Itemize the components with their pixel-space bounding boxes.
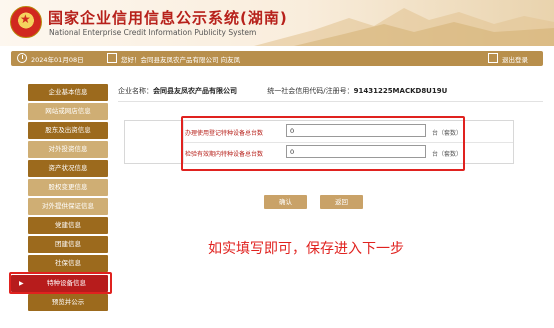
site-subtitle: National Enterprise Credit Information P…	[49, 28, 257, 37]
sidebar-item-investment[interactable]: 对外投资信息	[28, 141, 108, 158]
sidebar-item-preview[interactable]: 预览并公示	[28, 294, 108, 311]
credit-code-label: 统一社会信用代码/注册号：	[267, 87, 354, 95]
company-name: 会同县友凤农产品有限公司	[153, 87, 237, 95]
sidebar-item-basic-info[interactable]: 企业基本信息	[28, 84, 108, 101]
sidebar-item-party[interactable]: 党建信息	[28, 217, 108, 234]
site-header: ★ 国家企业信用信息公示系统(湖南) National Enterprise C…	[0, 0, 554, 46]
mountain-decoration	[254, 8, 554, 46]
divider	[118, 101, 543, 102]
form-highlight-box	[181, 116, 465, 171]
national-emblem-icon: ★	[10, 6, 42, 38]
welcome-text: 您好！会同县友凤农产品有限公司 向友凤	[121, 56, 241, 64]
province-label: (湖南)	[240, 9, 288, 27]
sidebar-item-assets[interactable]: 资产状况信息	[28, 160, 108, 177]
sidebar-item-social-security[interactable]: 社保信息	[28, 255, 108, 272]
credit-code: 91431225MACKD8U19U	[353, 87, 448, 95]
sidebar-highlight-box	[9, 272, 112, 294]
logout-icon[interactable]	[488, 53, 498, 63]
site-title: 国家企业信用信息公示系统(湖南)	[48, 9, 288, 27]
current-date: 2024年01月08日	[31, 56, 84, 64]
sidebar-item-league[interactable]: 团建信息	[28, 236, 108, 253]
clock-icon	[17, 53, 27, 63]
logout-link[interactable]: 退出登录	[502, 54, 528, 64]
back-button[interactable]: 返回	[320, 195, 363, 209]
sidebar-item-website[interactable]: 网站或网店信息	[28, 103, 108, 120]
confirm-button[interactable]: 确认	[264, 195, 307, 209]
sidebar-item-equity-change[interactable]: 股权变更信息	[28, 179, 108, 196]
sidebar-item-guarantee[interactable]: 对外提供保证信息	[28, 198, 108, 215]
user-icon	[107, 53, 117, 63]
sidebar-item-shareholders[interactable]: 股东及出资信息	[28, 122, 108, 139]
company-name-label: 企业名称：	[118, 87, 153, 95]
instruction-caption: 如实填写即可，保存进入下一步	[208, 241, 404, 257]
company-info-row: 企业名称：会同县友凤农产品有限公司 统一社会信用代码/注册号：91431225M…	[118, 86, 447, 96]
top-toolbar: 2024年01月08日 您好！会同县友凤农产品有限公司 向友凤 退出登录	[11, 51, 543, 66]
